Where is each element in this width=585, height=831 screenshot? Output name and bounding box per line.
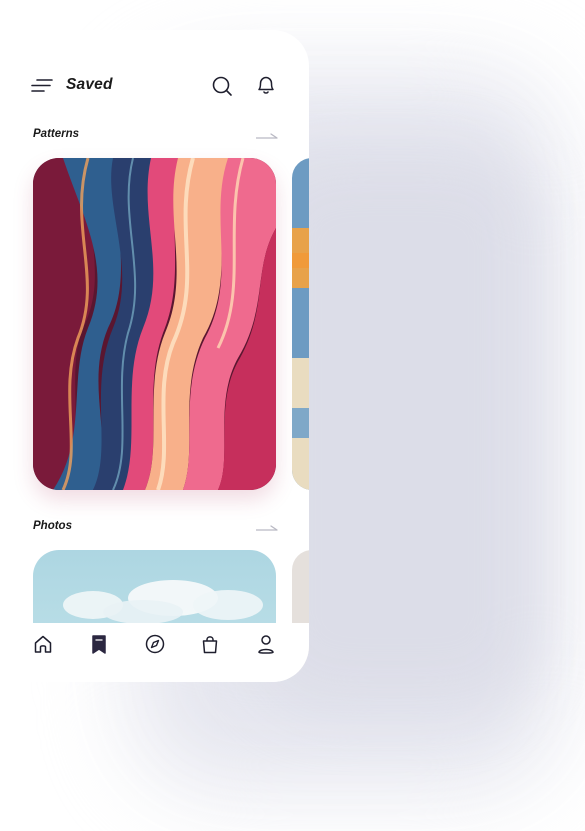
pattern-card-paint[interactable] — [292, 158, 309, 490]
menu-icon[interactable] — [31, 76, 53, 94]
section-label-photos: Photos — [33, 520, 72, 532]
bag-icon[interactable] — [199, 633, 221, 655]
arrow-right-icon[interactable] — [256, 521, 278, 531]
profile-icon[interactable] — [255, 633, 277, 655]
header: Saved — [0, 30, 309, 130]
search-icon[interactable] — [211, 75, 233, 97]
bookmark-icon[interactable] — [88, 633, 110, 655]
bell-icon[interactable] — [255, 74, 277, 96]
phone-screen: Saved Patterns Photos — [0, 30, 309, 682]
page-title: Saved — [66, 76, 113, 93]
bottom-navigation — [0, 623, 309, 682]
home-icon[interactable] — [32, 633, 54, 655]
pattern-card-marble[interactable] — [33, 158, 276, 490]
arrow-right-icon[interactable] — [256, 129, 278, 139]
compass-icon[interactable] — [144, 633, 166, 655]
section-label-patterns: Patterns — [33, 128, 80, 140]
